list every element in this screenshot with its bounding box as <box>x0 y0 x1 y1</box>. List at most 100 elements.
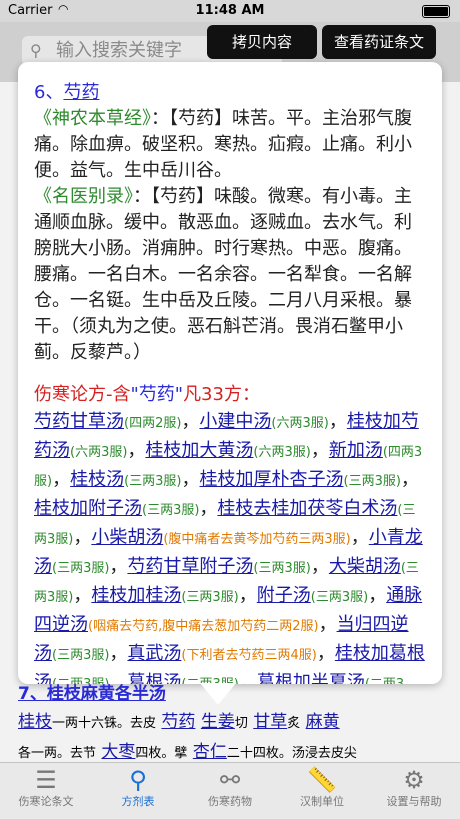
separator: ， <box>109 643 128 664</box>
formula-dose: (咽痛去芍药,腹中痛去葱加芍药二两2服) <box>88 619 319 634</box>
formula-dose: (下利者去芍药三两4服) <box>181 648 317 663</box>
formula-dose: (三两3服) <box>52 561 110 576</box>
separator: ， <box>238 585 257 606</box>
mingyi-entry: 《名医别录》：【芍药】味酸。微寒。有小毒。主通顺血脉。缓中。散恶血。逐贼血。去水… <box>34 184 426 366</box>
separator: ， <box>181 469 200 490</box>
formula-dose: (三两3服) <box>343 474 401 489</box>
formula-header-b: -含 <box>106 384 131 405</box>
separator: ， <box>199 498 218 519</box>
search-placeholder: 输入搜索关键字 <box>56 40 182 61</box>
herb-name-link[interactable]: 芍药 <box>63 82 99 103</box>
formula-dose: (三两3服) <box>124 474 182 489</box>
tab-formulas[interactable]: ⚲ 方剂表 <box>92 763 184 819</box>
ingredient-link[interactable]: 甘草 <box>253 712 287 732</box>
gear-icon: ⚙ <box>403 766 425 794</box>
ingredient-link[interactable]: 生姜 <box>201 712 235 732</box>
formula-dose: (三两3服) <box>181 590 239 605</box>
formula-link[interactable]: 小建中汤 <box>199 411 271 432</box>
separator: ， <box>73 585 92 606</box>
tab-units[interactable]: 📏 汉制单位 <box>276 763 368 819</box>
tab-settings[interactable]: ⚙ 设置与帮助 <box>368 763 460 819</box>
separator: ， <box>316 643 335 664</box>
ingredient-link[interactable]: 麻黄 <box>306 712 340 732</box>
ingredient-dose: 炙 <box>287 716 301 731</box>
formula-link[interactable]: 桂枝加大黄汤 <box>145 440 253 461</box>
next-formula-title-text[interactable]: 7、桂枝麻黄各半汤 <box>18 684 166 704</box>
separator: ， <box>318 614 337 635</box>
formula-link[interactable]: 桂枝汤 <box>70 469 124 490</box>
formula-dose: (三两3服) <box>52 648 110 663</box>
ingredient-link[interactable]: 芍药 <box>161 712 195 732</box>
formula-link[interactable]: 桂枝去桂加茯苓白术汤 <box>217 498 397 519</box>
tab-label: 伤寒药物 <box>208 795 252 808</box>
ingredient-link[interactable]: 桂枝 <box>18 712 52 732</box>
formula-dose: (四两2服) <box>124 416 182 431</box>
tab-label: 设置与帮助 <box>386 795 442 808</box>
tab-label: 方剂表 <box>121 795 155 808</box>
mingyi-text: ：【芍药】味酸。微寒。有小毒。主通顺血脉。缓中。散恶血。逐贼血。去水气。利膀胱大… <box>34 186 412 363</box>
herb-title: 6、芍药 <box>34 80 426 106</box>
formula-header-a: 伤寒论方 <box>34 384 106 405</box>
ruler-icon: 📏 <box>307 766 337 794</box>
clock: 11:48 AM <box>195 3 265 18</box>
formula-dose: (三两3服) <box>253 561 311 576</box>
formula-dose: (六两3服) <box>271 416 329 431</box>
tab-herbs[interactable]: ⚯ 伤寒药物 <box>184 763 276 819</box>
separator: ， <box>109 556 128 577</box>
next-formula-title: 7、桂枝麻黄各半汤 <box>18 680 460 708</box>
source-mingyi: 《名医别录》 <box>34 186 133 207</box>
separator: ， <box>328 411 347 432</box>
formula-dose: (三两3服) <box>142 503 200 518</box>
ingredient-dose: 一两十六铢。去皮 <box>52 716 157 731</box>
formula-link[interactable]: 桂枝加厚朴杏子汤 <box>200 469 344 490</box>
ingredient-dose: 各一两。去节 <box>18 746 97 761</box>
formula-link[interactable]: 芍药甘草附子汤 <box>127 556 253 577</box>
separator: ， <box>400 469 419 490</box>
formula-dose: (腹中痛者去黄芩加芍药三两3服) <box>163 532 351 547</box>
formula-link[interactable]: 小柴胡汤 <box>91 527 163 548</box>
formula-header: 伤寒论方-含"芍药"凡33方： <box>34 382 426 408</box>
tab-clauses[interactable]: ☰ 伤寒论条文 <box>0 763 92 819</box>
tab-label: 汉制单位 <box>300 795 344 808</box>
formula-link[interactable]: 真武汤 <box>127 643 181 664</box>
separator: ， <box>350 527 369 548</box>
ingredient-dose: 四枚。擘 <box>135 746 188 761</box>
formula-link[interactable]: 桂枝加桂汤 <box>91 585 181 606</box>
shennong-entry: 《神农本草经》：【芍药】味苦。平。主治邪气腹痛。除血痹。破坚积。寒热。疝瘕。止痛… <box>34 106 426 184</box>
ingredient-link[interactable]: 杏仁 <box>193 742 227 762</box>
formula-header-c: "芍药" <box>130 384 184 405</box>
formula-link[interactable]: 桂枝加附子汤 <box>34 498 142 519</box>
view-evidence-button[interactable]: 查看药证条文 <box>322 25 436 59</box>
formula-link[interactable]: 大柴胡汤 <box>329 556 401 577</box>
next-formula: 7、桂枝麻黄各半汤 桂枝一两十六铢。去皮 芍药 生姜切 甘草炙 麻黄 各一两。去… <box>0 680 460 768</box>
tab-bar: ☰ 伤寒论条文 ⚲ 方剂表 ⚯ 伤寒药物 📏 汉制单位 ⚙ 设置与帮助 <box>0 762 460 819</box>
list-icon: ☰ <box>35 766 57 794</box>
formula-dose: (六两3服) <box>70 445 128 460</box>
separator: ， <box>73 527 92 548</box>
formula-header-d: 凡33方： <box>183 384 260 405</box>
separator: ， <box>127 440 146 461</box>
formula-link[interactable]: 新加汤 <box>329 440 383 461</box>
battery-icon <box>422 5 450 18</box>
status-bar: Carrier ◠ 11:48 AM <box>0 0 460 22</box>
herb-number: 6、 <box>34 82 64 103</box>
next-formula-ingredients: 桂枝一两十六铢。去皮 芍药 生姜切 甘草炙 麻黄 <box>18 708 460 738</box>
formula-links: 芍药甘草汤(四两2服)，小建中汤(六两3服)，桂枝加芍药汤(六两3服)，桂枝加大… <box>34 408 426 684</box>
separator: ， <box>52 469 71 490</box>
search-icon: ⚲ <box>129 766 147 794</box>
glasses-icon: ⚯ <box>219 766 241 794</box>
separator: ， <box>181 411 200 432</box>
source-shennong: 《神农本草经》 <box>34 108 151 129</box>
separator: ， <box>310 556 329 577</box>
ingredient-dose: 切 <box>234 716 248 731</box>
formula-link[interactable]: 芍药甘草汤 <box>34 411 124 432</box>
ingredient-dose: 二十四枚。汤浸去皮尖 <box>226 746 357 761</box>
copy-content-button[interactable]: 拷贝内容 <box>207 25 317 59</box>
tab-label: 伤寒论条文 <box>18 795 74 808</box>
formula-link[interactable]: 附子汤 <box>257 585 311 606</box>
ingredient-link[interactable]: 大枣 <box>101 742 135 762</box>
formula-dose: (三两3服) <box>310 590 369 605</box>
formula-dose: (六两3服) <box>253 445 311 460</box>
herb-detail-popup: 6、芍药 《神农本草经》：【芍药】味苦。平。主治邪气腹痛。除血痹。破坚积。寒热。… <box>18 62 442 684</box>
separator: ， <box>310 440 329 461</box>
